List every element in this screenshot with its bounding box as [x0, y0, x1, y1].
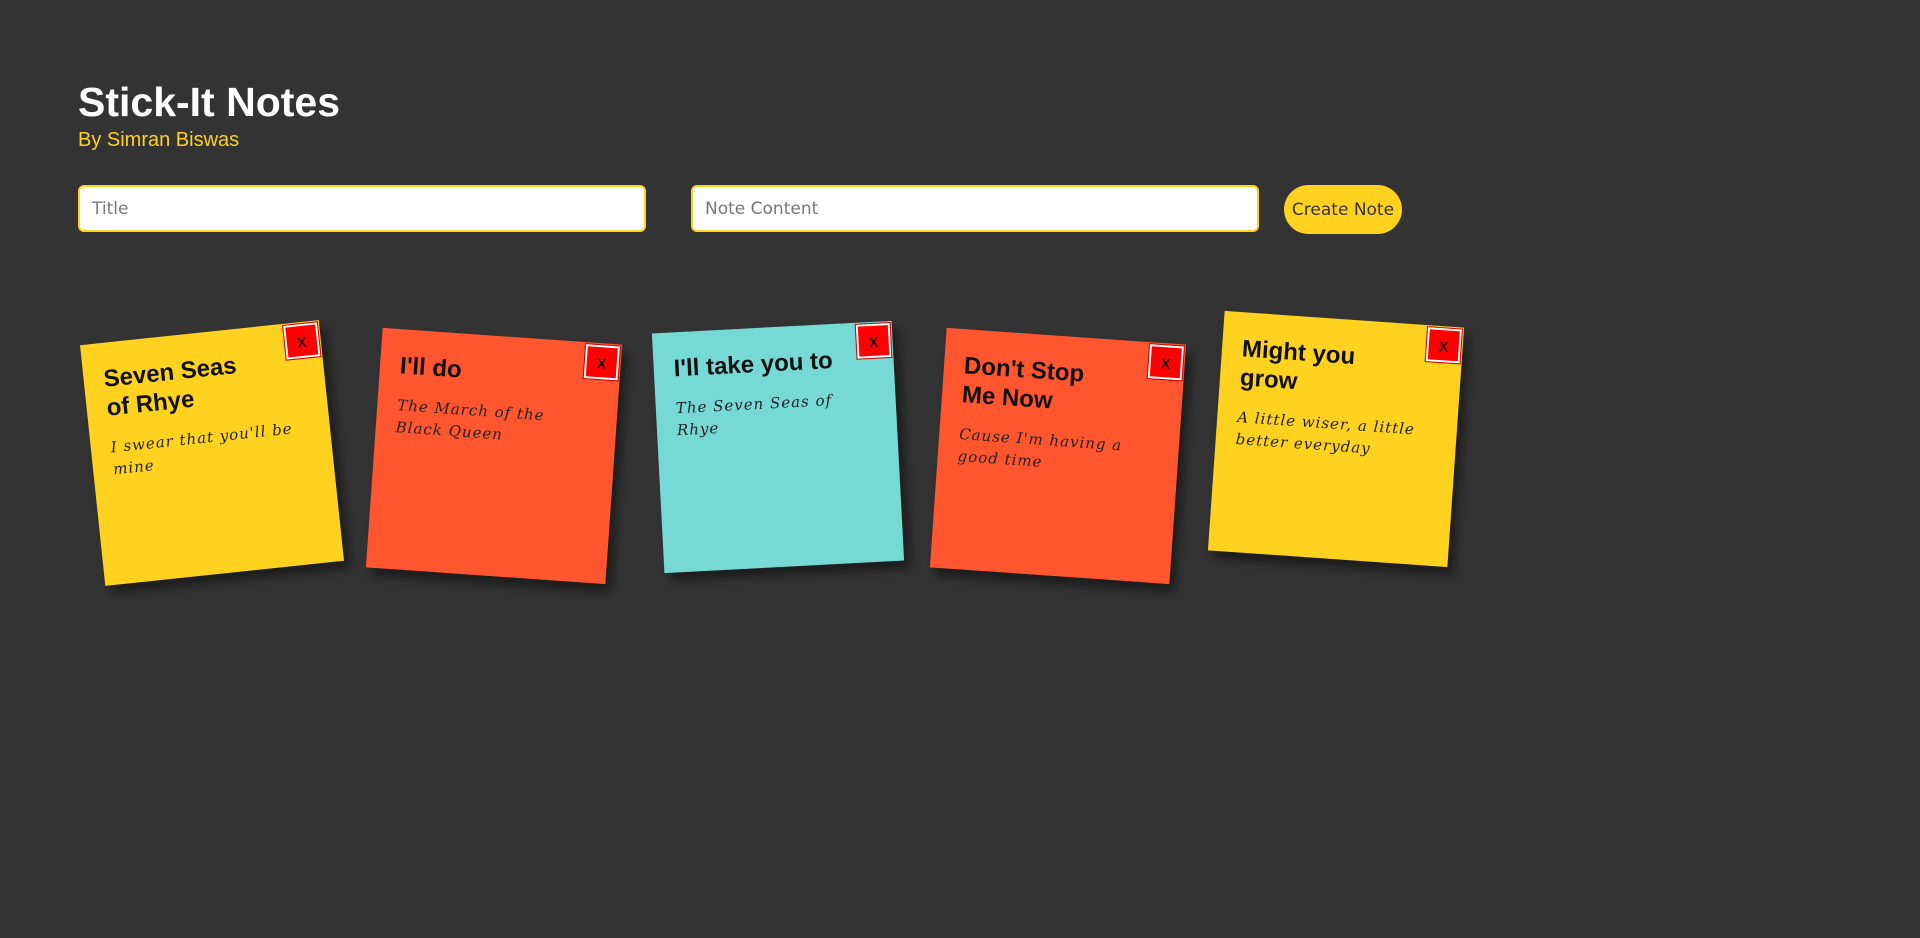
- delete-note-button[interactable]: x: [1424, 326, 1464, 365]
- note-title: I'll do: [399, 352, 463, 384]
- header: Stick-It Notes By Simran Biswas: [78, 78, 340, 152]
- sticky-note: x Don't Stop Me Now Cause I'm having a g…: [929, 327, 1187, 585]
- delete-note-button[interactable]: x: [854, 321, 893, 360]
- create-note-button[interactable]: Create Note: [1284, 185, 1402, 234]
- delete-note-button[interactable]: x: [282, 321, 322, 361]
- note-body: Cause I'm having a good time: [957, 425, 1123, 471]
- sticky-note: x Might you grow A little wiser, a littl…: [1207, 310, 1465, 568]
- note-title: Might you grow: [1239, 335, 1357, 396]
- note-body: A little wiser, a little better everyday: [1235, 408, 1416, 458]
- note-title: Don't Stop Me Now: [961, 352, 1086, 415]
- title-input[interactable]: [78, 185, 646, 232]
- delete-note-button[interactable]: x: [582, 343, 622, 382]
- note-content-input[interactable]: [691, 185, 1259, 232]
- note-body: The Seven Seas of Rhye: [675, 391, 833, 440]
- app-title: Stick-It Notes: [78, 79, 340, 125]
- note-body: The March of the Black Queen: [395, 396, 546, 444]
- sticky-note: x I'll take you to The Seven Seas of Rhy…: [651, 320, 905, 574]
- delete-note-button[interactable]: x: [1146, 343, 1186, 382]
- note-title: I'll take you to: [673, 347, 834, 383]
- app-subtitle: By Simran Biswas: [78, 129, 240, 151]
- note-title: Seven Seas of Rhye: [102, 352, 238, 422]
- sticky-note: x Seven Seas of Rhye I swear that you'll…: [80, 320, 344, 586]
- note-body: I swear that you'll be mine: [109, 419, 294, 479]
- sticky-note: x I'll do The March of the Black Queen: [365, 327, 623, 585]
